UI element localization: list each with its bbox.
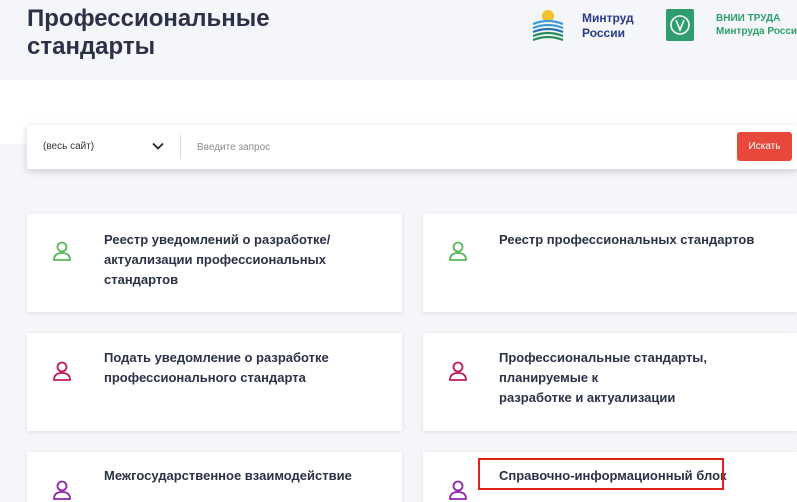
vnii-truda-icon[interactable] (666, 9, 694, 41)
search-scope-select[interactable]: (весь сайт) (43, 125, 94, 169)
card-standards-registry[interactable]: Реестр профессиональных стандартов (423, 214, 797, 312)
card-title-line2: актуализации профессиональных стандартов (104, 252, 326, 287)
card-title: Подать уведомление о разработке професси… (104, 348, 329, 388)
vnii-line2: Минтруда России (716, 26, 797, 37)
site-header: Профессиональные стандарты Минтруд Росси… (0, 0, 797, 80)
search-bar: (весь сайт) Искать (27, 125, 797, 169)
mintrud-rays-icon[interactable] (532, 8, 564, 42)
user-icon (53, 480, 71, 500)
card-notification-registry[interactable]: Реестр уведомлений о разработке/ актуали… (27, 214, 402, 312)
mintrud-logo-text[interactable]: Минтруд России (582, 11, 634, 41)
card-title: Профессиональные стандарты, планируемые … (499, 348, 797, 408)
card-title-line1: Реестр уведомлений о разработке/ (104, 232, 331, 247)
mintrud-line2: России (582, 26, 625, 40)
card-interstate-cooperation[interactable]: Межгосударственное взаимодействие (27, 452, 402, 502)
site-title-line1: Профессиональные (27, 5, 270, 32)
card-title: Межгосударственное взаимодействие (104, 466, 352, 486)
user-icon (449, 361, 467, 381)
card-planned-standards[interactable]: Профессиональные стандарты, планируемые … (423, 333, 797, 431)
mintrud-line1: Минтруд (582, 11, 634, 25)
user-icon (449, 480, 467, 500)
site-title-line2: стандарты (27, 33, 156, 60)
vnii-truda-logo-text[interactable]: ВНИИ ТРУДА Минтруда России (716, 12, 797, 38)
card-title: Реестр уведомлений о разработке/ актуали… (104, 230, 402, 290)
user-icon (53, 241, 71, 261)
site-title[interactable]: Профессиональные стандарты (27, 5, 287, 61)
highlight-box (478, 458, 724, 490)
card-submit-notification[interactable]: Подать уведомление о разработке професси… (27, 333, 402, 431)
user-icon (449, 241, 467, 261)
vnii-line1: ВНИИ ТРУДА (716, 13, 781, 24)
chevron-down-icon[interactable] (151, 139, 165, 153)
card-title-line1: Профессиональные стандарты, планируемые … (499, 350, 708, 385)
card-title-line2: разработке и актуализации (499, 390, 676, 405)
user-icon (53, 361, 71, 381)
search-button[interactable]: Искать (737, 132, 792, 161)
search-divider (180, 135, 181, 159)
card-title-line1: Межгосударственное взаимодействие (104, 468, 352, 483)
search-input[interactable] (197, 137, 717, 157)
card-title-line1: Подать уведомление о разработке (104, 350, 329, 365)
card-title-line2: профессионального стандарта (104, 370, 306, 385)
card-title: Реестр профессиональных стандартов (499, 230, 754, 250)
card-title-line1: Реестр профессиональных стандартов (499, 232, 755, 247)
